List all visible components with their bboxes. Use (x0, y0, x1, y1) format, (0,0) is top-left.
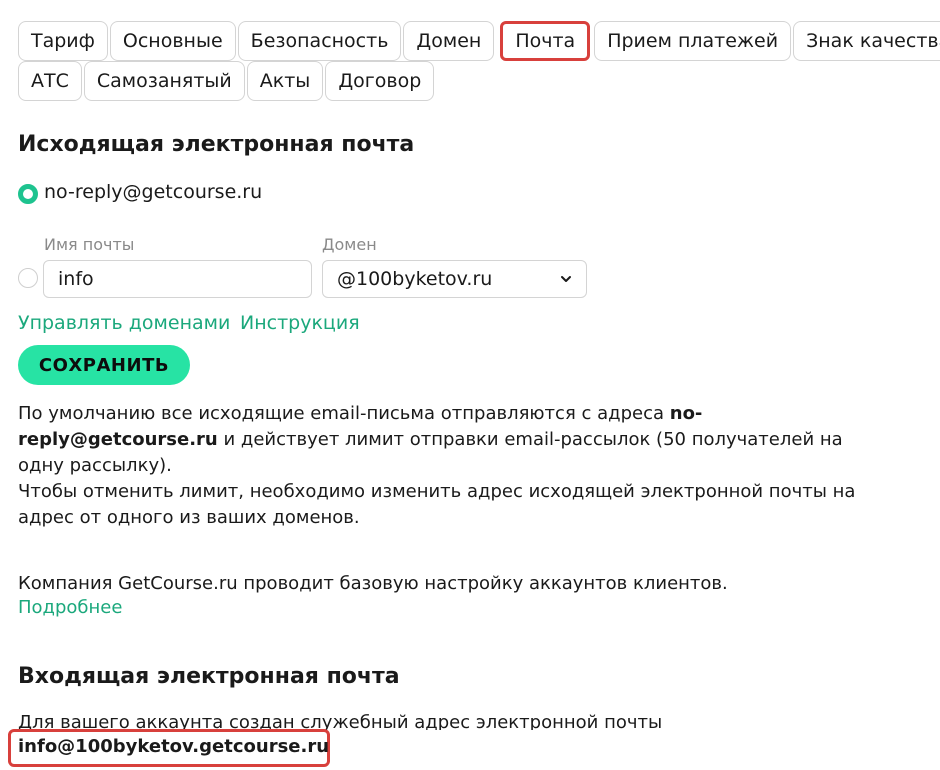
incoming-description: Для вашего аккаунта создан служебный адр… (18, 712, 663, 730)
tab-mail[interactable]: Почта (500, 21, 591, 61)
tab-self-employed[interactable]: Самозанятый (83, 61, 245, 101)
tab-payments[interactable]: Прием платежей (594, 21, 792, 61)
company-info-text: Компания GetCourse.ru проводит базовую н… (18, 573, 728, 594)
save-button[interactable]: СОХРАНИТЬ (18, 345, 190, 385)
radio-default-address[interactable] (18, 184, 38, 204)
instruction-link[interactable]: Инструкция (240, 312, 360, 334)
mail-name-input[interactable]: info (43, 260, 312, 298)
tab-quality-mark[interactable]: Знак качества (793, 21, 940, 61)
tabs-row-2: АТС Самозанятый Акты Договор (18, 61, 940, 101)
service-address: info@100byketov.getcourse.ru (18, 736, 330, 757)
mail-name-label: Имя почты (44, 235, 135, 254)
tab-basic[interactable]: Основные (109, 21, 236, 61)
tab-domain[interactable]: Домен (403, 21, 495, 61)
description-text-1: По умолчанию все исходящие email-письма … (18, 403, 670, 424)
settings-tabs: Тариф Основные Безопасность Домен Почта … (18, 21, 940, 101)
domain-select-value: @100byketov.ru (337, 268, 493, 290)
manage-domains-link[interactable]: Управлять доменами (18, 312, 230, 334)
tab-pbx[interactable]: АТС (18, 61, 82, 101)
outgoing-mail-title: Исходящая электронная почта (18, 132, 415, 157)
domain-label: Домен (322, 235, 377, 254)
tab-security[interactable]: Безопасность (237, 21, 402, 61)
incoming-mail-title: Входящая электронная почта (18, 664, 400, 689)
description-text-3: Чтобы отменить лимит, необходимо изменит… (18, 481, 856, 528)
outgoing-description: По умолчанию все исходящие email-письма … (18, 401, 858, 531)
more-link[interactable]: Подробнее (18, 597, 122, 618)
tab-tariff[interactable]: Тариф (18, 21, 108, 61)
tab-contract[interactable]: Договор (325, 61, 435, 101)
domain-select[interactable]: @100byketov.ru (322, 260, 587, 298)
default-address-label: no-reply@getcourse.ru (44, 181, 263, 203)
chevron-down-icon (561, 276, 571, 282)
tabs-row-1: Тариф Основные Безопасность Домен Почта … (18, 21, 940, 61)
tab-acts[interactable]: Акты (246, 61, 324, 101)
radio-custom-address[interactable] (18, 268, 38, 288)
